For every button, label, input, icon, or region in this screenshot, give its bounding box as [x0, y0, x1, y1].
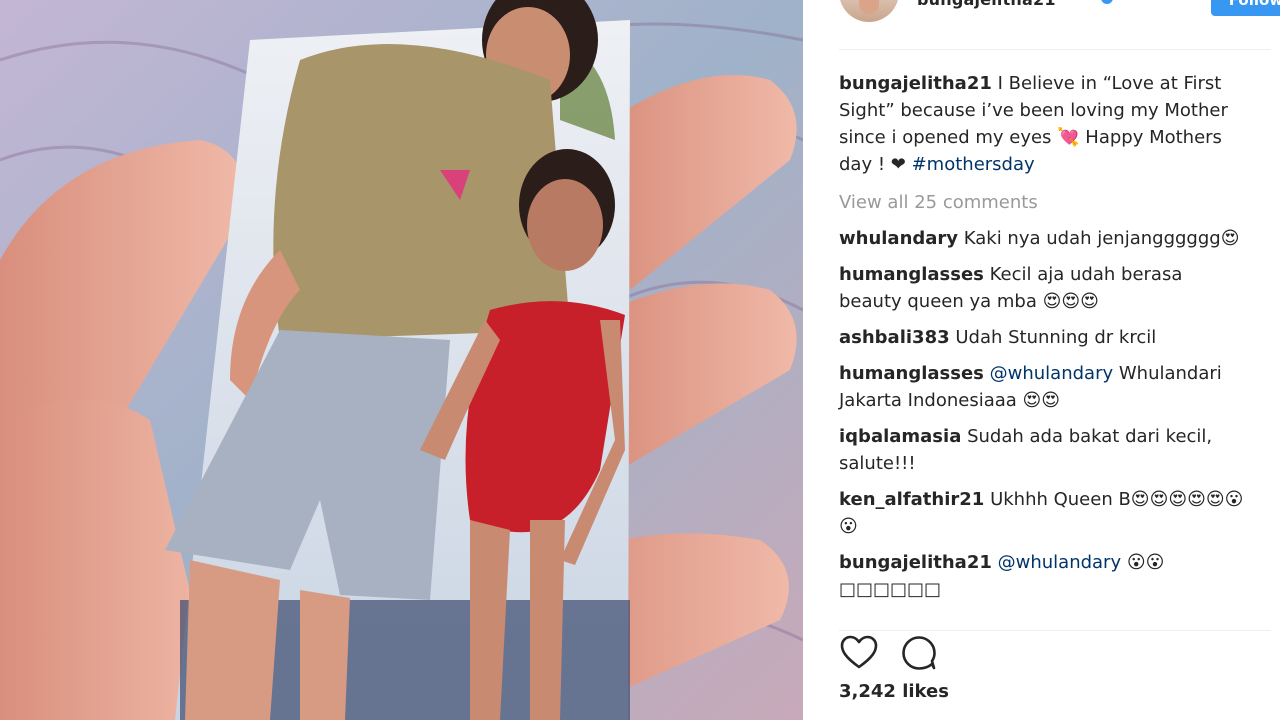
header-username[interactable]: bungajelitha21	[917, 0, 1056, 9]
post-side-panel: bungajelitha21 Follow bungajelitha21 I B…	[803, 0, 1280, 720]
heart-icon[interactable]	[839, 633, 879, 673]
comment-item: humanglasses Kecil aja udah berasa beaut…	[839, 261, 1249, 315]
comment-item: ken_alfathir21 Ukhhh Queen B😍😍😍😍😍😮😮	[839, 486, 1249, 540]
photo-illustration	[0, 0, 803, 720]
comment-mention[interactable]: @whulandary	[998, 552, 1122, 573]
comments-section: bungajelitha21 I Believe in “Love at Fir…	[839, 70, 1249, 603]
comment-item: ashbali383 Udah Stunning dr krcil	[839, 324, 1249, 351]
comment-username[interactable]: ashbali383	[839, 327, 950, 348]
comment-username[interactable]: whulandary	[839, 228, 958, 249]
caption-username[interactable]: bungajelitha21	[839, 73, 992, 94]
comment-icon[interactable]	[899, 633, 939, 673]
comment-item: bungajelitha21 @whulandary 😮😮□□□□□□	[839, 549, 1249, 603]
follow-button[interactable]: Follow	[1211, 0, 1280, 16]
post-caption: bungajelitha21 I Believe in “Love at Fir…	[839, 70, 1249, 178]
post-header: bungajelitha21 Follow	[839, 0, 1280, 50]
caption-hashtag[interactable]: #mothersday	[912, 154, 1035, 175]
comment-username[interactable]: ken_alfathir21	[839, 489, 984, 510]
comment-text: Udah Stunning dr krcil	[955, 327, 1157, 348]
comment-item: iqbalamasia Sudah ada bakat dari kecil, …	[839, 423, 1249, 477]
avatar[interactable]	[839, 0, 899, 22]
post-photo[interactable]	[0, 0, 803, 720]
post-actions: 3,242 likes	[839, 630, 1271, 702]
likes-count[interactable]: 3,242 likes	[839, 681, 949, 702]
avatar-face	[859, 0, 879, 14]
view-all-comments-link[interactable]: View all 25 comments	[839, 189, 1249, 216]
comment-mention[interactable]: @whulandary	[990, 363, 1114, 384]
comment-username[interactable]: humanglasses	[839, 264, 984, 285]
comment-item: humanglasses @whulandary Whulandari Jaka…	[839, 360, 1249, 414]
verified-badge-icon	[1101, 0, 1113, 4]
comment-username[interactable]: bungajelitha21	[839, 552, 992, 573]
comment-text: Kaki nya udah jenjangggggg😍	[963, 228, 1240, 249]
comment-username[interactable]: iqbalamasia	[839, 426, 961, 447]
comment-item: whulandary Kaki nya udah jenjangggggg😍	[839, 225, 1249, 252]
comment-username[interactable]: humanglasses	[839, 363, 984, 384]
